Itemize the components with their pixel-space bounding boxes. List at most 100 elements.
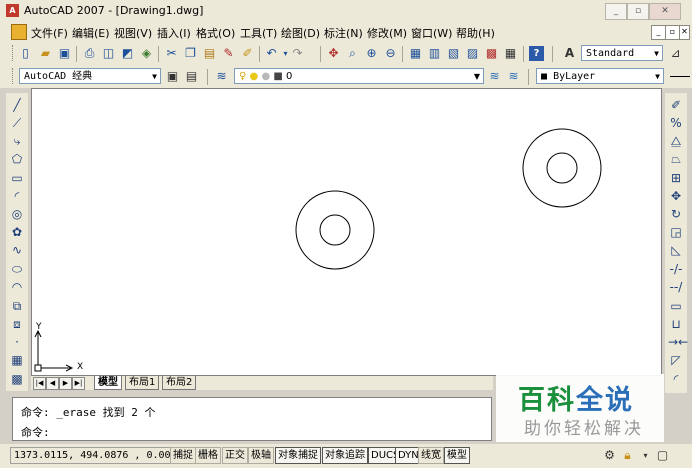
move-icon[interactable]: ✥ xyxy=(668,188,684,204)
point-icon[interactable]: · xyxy=(9,334,25,350)
ellipse-arc-icon[interactable]: ◠ xyxy=(9,279,25,295)
erase-icon[interactable]: ✐ xyxy=(668,97,684,113)
break-point-icon[interactable]: ▭ xyxy=(668,298,684,314)
scale-icon[interactable]: ◲ xyxy=(668,224,684,240)
status-menu-icon[interactable]: ▾ xyxy=(638,448,653,463)
text-style-select[interactable]: Standard ▼ xyxy=(581,45,663,61)
coordinate-readout[interactable]: 1373.0115, 494.0876 , 0.0000 xyxy=(10,447,187,464)
toolbar-grip[interactable] xyxy=(12,45,16,61)
break-icon[interactable]: ⊔ xyxy=(668,316,684,332)
pan-icon[interactable]: ✥ xyxy=(326,46,341,61)
menu-draw[interactable]: 绘图(D) xyxy=(281,25,320,41)
copy-object-icon[interactable]: % xyxy=(668,115,684,131)
publish-icon[interactable]: ◩ xyxy=(120,46,135,61)
gradient-icon[interactable]: ▩ xyxy=(9,371,25,387)
help-icon[interactable]: ? xyxy=(529,46,544,61)
plot-icon[interactable]: ⎙ xyxy=(82,46,97,61)
ellipse-icon[interactable]: ⬭ xyxy=(9,261,25,277)
linetype-select[interactable] xyxy=(670,76,690,77)
properties-icon[interactable]: ▦ xyxy=(408,46,423,61)
status-toggle-3[interactable]: 极轴 xyxy=(248,447,274,464)
circle-icon[interactable]: ◎ xyxy=(9,206,25,222)
zoom-window-icon[interactable]: ⊕ xyxy=(364,46,379,61)
polyline-icon[interactable]: ⤷ xyxy=(9,133,25,149)
menu-view[interactable]: 视图(V) xyxy=(114,25,152,41)
dimstyle-icon[interactable]: ⊿ xyxy=(668,46,683,61)
markup-icon[interactable]: ▩ xyxy=(484,46,499,61)
preview-icon[interactable]: ◫ xyxy=(101,46,116,61)
mirror-icon[interactable]: ⧋ xyxy=(668,133,684,149)
status-toggle-9[interactable]: 模型 xyxy=(444,447,470,464)
tab-layout1[interactable]: 布局1 xyxy=(125,376,160,390)
arc-icon[interactable]: ◜ xyxy=(9,188,25,204)
trim-icon[interactable]: -/- xyxy=(668,261,684,277)
doc-restore-button[interactable]: ▫ xyxy=(665,25,680,40)
menu-help[interactable]: 帮助(H) xyxy=(456,25,495,41)
donut-outer-circle[interactable] xyxy=(295,190,375,270)
doc-minimize-button[interactable]: _ xyxy=(651,25,666,40)
tab-prev-button[interactable]: ◀ xyxy=(46,377,59,390)
communication-center-icon[interactable]: ⚙ xyxy=(602,448,617,463)
polygon-icon[interactable]: ⬠ xyxy=(9,151,25,167)
menu-file[interactable]: 文件(F) xyxy=(31,25,68,41)
toolpalettes-icon[interactable]: ▧ xyxy=(446,46,461,61)
join-icon[interactable]: →← xyxy=(668,334,688,350)
extend-icon[interactable]: --/ xyxy=(668,279,684,295)
cut-icon[interactable]: ✂ xyxy=(164,46,179,61)
rotate-icon[interactable]: ↻ xyxy=(668,206,684,222)
open-icon[interactable]: ▰ xyxy=(38,46,53,61)
matchprop-icon[interactable]: ✎ xyxy=(221,46,236,61)
autocad-app-icon[interactable]: A xyxy=(6,4,19,17)
menu-insert[interactable]: 插入(I) xyxy=(157,25,191,41)
tab-first-button[interactable]: |◀ xyxy=(33,377,46,390)
doc-close-button[interactable]: ✕ xyxy=(679,25,690,40)
save-workspace-icon[interactable]: ▤ xyxy=(184,69,199,84)
save-icon[interactable]: ▣ xyxy=(57,46,72,61)
status-toggle-4[interactable]: 对象捕捉 xyxy=(275,447,321,464)
tab-layout2[interactable]: 布局2 xyxy=(162,376,197,390)
make-block-icon[interactable]: ⧈ xyxy=(9,316,25,332)
copy-icon[interactable]: ❐ xyxy=(183,46,198,61)
tab-next-button[interactable]: ▶ xyxy=(59,377,72,390)
offset-icon[interactable]: ⏢ xyxy=(668,151,684,167)
status-toggle-2[interactable]: 正交 xyxy=(222,447,248,464)
stretch-icon[interactable]: ◺ xyxy=(668,242,684,258)
layer-manager-icon[interactable]: ≋ xyxy=(214,69,229,84)
drawing-canvas[interactable]: Y X xyxy=(31,88,662,376)
menu-modify[interactable]: 修改(M) xyxy=(367,25,407,41)
menu-tools[interactable]: 工具(T) xyxy=(240,25,277,41)
line-icon[interactable]: ╱ xyxy=(9,97,25,113)
workspace-select[interactable]: AutoCAD 经典 ▼ xyxy=(19,68,161,84)
tab-last-button[interactable]: ▶| xyxy=(72,377,85,390)
maximize-button[interactable]: ▫ xyxy=(627,3,649,20)
redo-icon[interactable]: ↷ xyxy=(290,46,305,61)
text-style-icon[interactable]: A xyxy=(562,46,577,61)
menu-dimension[interactable]: 标注(N) xyxy=(324,25,363,41)
status-toggle-5[interactable]: 对象追踪 xyxy=(322,447,368,464)
publish-web-icon[interactable]: ◈ xyxy=(139,46,154,61)
tab-model[interactable]: 模型 xyxy=(94,376,122,390)
spline-icon[interactable]: ∿ xyxy=(9,242,25,258)
command-prompt[interactable]: 命令: xyxy=(21,424,50,440)
new-icon[interactable]: ▯ xyxy=(18,46,33,61)
status-toggle-0[interactable]: 捕捉 xyxy=(170,447,196,464)
chamfer-icon[interactable]: ◸ xyxy=(668,352,684,368)
color-select[interactable]: ■ ByLayer ▼ xyxy=(536,68,664,84)
donut-inner-circle[interactable] xyxy=(546,152,578,184)
menu-edit[interactable]: 编辑(E) xyxy=(72,25,110,41)
menu-window[interactable]: 窗口(W) xyxy=(411,25,452,41)
lock-toolbar-icon[interactable]: 🔒︎ xyxy=(620,448,635,463)
revcloud-icon[interactable]: ✿ xyxy=(9,224,25,240)
make-current-layer-icon[interactable]: ≋ xyxy=(487,69,502,84)
document-icon[interactable] xyxy=(11,24,27,40)
workspace-settings-icon[interactable]: ▣ xyxy=(165,69,180,84)
donut-inner-circle[interactable] xyxy=(319,214,351,246)
insert-block-icon[interactable]: ⧉ xyxy=(9,298,25,314)
construction-line-icon[interactable]: ⟋ xyxy=(9,115,25,131)
block-editor-icon[interactable]: ✐ xyxy=(240,46,255,61)
calculator-icon[interactable]: ▦ xyxy=(503,46,518,61)
zoom-previous-icon[interactable]: ⊖ xyxy=(383,46,398,61)
designcenter-icon[interactable]: ▥ xyxy=(427,46,442,61)
close-button[interactable]: ✕ xyxy=(649,3,681,20)
status-toggle-1[interactable]: 栅格 xyxy=(195,447,221,464)
